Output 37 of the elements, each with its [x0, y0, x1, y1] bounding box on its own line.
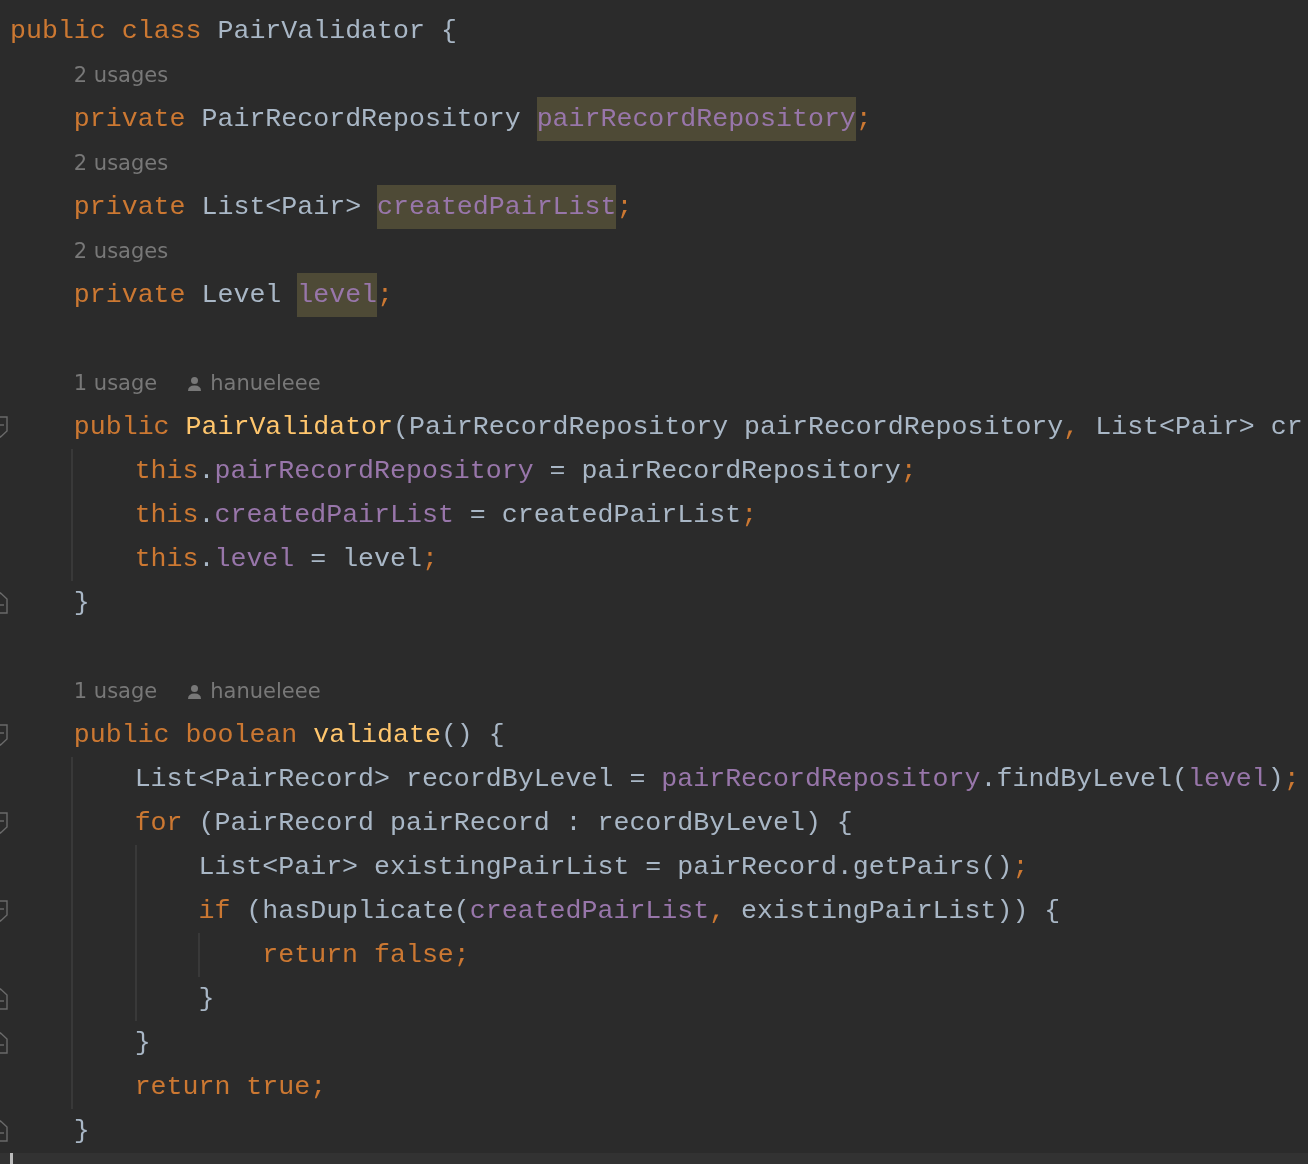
code-line: return false;: [262, 939, 470, 972]
author-hint[interactable]: hanueleee: [210, 370, 321, 396]
code-line: public PairValidator(PairRecordRepository pairRecordRepository, List<Pair> cr: [73, 411, 1303, 444]
person-icon: [187, 375, 203, 391]
usages-hint[interactable]: 2 usages: [73, 62, 169, 88]
code-line: private List<Pair> createdPairList;: [73, 185, 633, 229]
code-line: if (hasDuplicate(createdPairList, existingPairList)) {: [198, 895, 1061, 928]
text-cursor: [10, 1153, 13, 1164]
fold-icon[interactable]: [0, 416, 8, 438]
fold-icon[interactable]: [0, 592, 8, 614]
code-line: private Level level;: [73, 273, 394, 317]
fold-icon[interactable]: [0, 1032, 8, 1054]
code-line: List<Pair> existingPairList = pairRecord.getPairs();: [198, 851, 1029, 884]
code-line: for (PairRecord pairRecord : recordByLevel) {: [134, 807, 853, 840]
code-line: }: [134, 1027, 151, 1060]
code-line: }: [73, 587, 90, 620]
fold-icon[interactable]: [0, 900, 8, 922]
code-line: this.createdPairList = createdPairList;: [134, 499, 758, 532]
code-line: return true;: [134, 1071, 327, 1104]
person-icon: [187, 683, 203, 699]
code-line: private PairRecordRepository pairRecordRepository;: [73, 97, 872, 141]
code-line: }: [198, 983, 215, 1016]
fold-icon[interactable]: [0, 1120, 8, 1142]
code-line: this.level = level;: [134, 543, 438, 576]
usages-hint[interactable]: 1 usage: [73, 678, 158, 704]
code-line: List<PairRecord> recordByLevel = pairRecordRepository.findByLevel(level);: [134, 763, 1300, 796]
usages-hint[interactable]: 2 usages: [73, 238, 169, 264]
usages-hint[interactable]: 1 usage: [73, 370, 158, 396]
usages-hint[interactable]: 2 usages: [73, 150, 169, 176]
fold-icon[interactable]: [0, 724, 8, 746]
fold-icon[interactable]: [0, 988, 8, 1010]
code-line: public class PairValidator {: [10, 15, 457, 48]
code-line: }: [73, 1115, 90, 1148]
author-hint[interactable]: hanueleee: [210, 678, 321, 704]
code-line: public boolean validate() {: [73, 719, 505, 752]
fold-icon[interactable]: [0, 812, 8, 834]
code-line: this.pairRecordRepository = pairRecordRepository;: [134, 455, 917, 488]
